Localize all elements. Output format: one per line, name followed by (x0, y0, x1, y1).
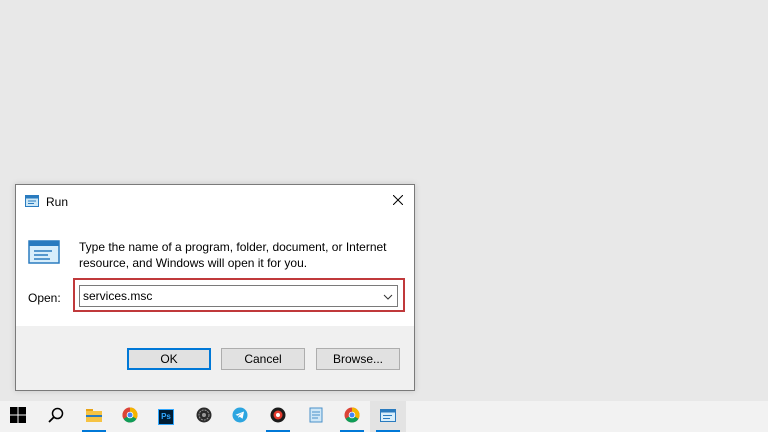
run-program-icon (28, 240, 60, 267)
close-icon (392, 194, 404, 208)
chrome-icon (344, 407, 360, 426)
taskbar-app-red[interactable] (260, 401, 296, 432)
dialog-body: Type the name of a program, folder, docu… (16, 217, 414, 326)
taskbar-app-dark[interactable] (186, 401, 222, 432)
close-button[interactable] (382, 185, 414, 217)
windows-start-icon (10, 407, 26, 426)
app-red-circle-icon (270, 407, 286, 426)
search-button[interactable] (38, 401, 74, 432)
run-icon (380, 408, 396, 425)
file-explorer-icon (85, 407, 103, 426)
taskbar-notepad[interactable] (298, 401, 334, 432)
chrome-icon (122, 407, 138, 426)
run-icon (25, 195, 39, 210)
notepad-icon (309, 407, 323, 426)
telegram-icon (232, 407, 248, 426)
app-dark-circle-icon (196, 407, 212, 426)
taskbar: Ps (0, 401, 768, 432)
dialog-footer: OK Cancel Browse... (16, 326, 414, 390)
photoshop-icon-text: Ps (161, 412, 171, 421)
taskbar-chrome-2[interactable] (334, 401, 370, 432)
chevron-down-icon[interactable] (383, 291, 393, 305)
ok-button[interactable]: OK (127, 348, 211, 370)
browse-button[interactable]: Browse... (316, 348, 400, 370)
taskbar-file-explorer[interactable] (76, 401, 112, 432)
taskbar-chrome[interactable] (112, 401, 148, 432)
taskbar-run[interactable] (370, 401, 406, 432)
dialog-description: Type the name of a program, folder, docu… (79, 240, 387, 270)
dialog-titlebar[interactable]: Run (16, 185, 414, 217)
open-input[interactable] (83, 288, 373, 304)
cancel-button[interactable]: Cancel (221, 348, 305, 370)
photoshop-icon: Ps (158, 408, 174, 425)
start-button[interactable] (0, 401, 36, 432)
search-icon (48, 407, 64, 426)
open-label: Open: (28, 291, 61, 305)
dialog-title: Run (46, 195, 69, 209)
taskbar-telegram[interactable] (222, 401, 258, 432)
open-combobox[interactable] (79, 285, 398, 307)
taskbar-photoshop[interactable]: Ps (148, 401, 184, 432)
run-dialog: Run Type the name of a program, folder, … (15, 184, 415, 391)
